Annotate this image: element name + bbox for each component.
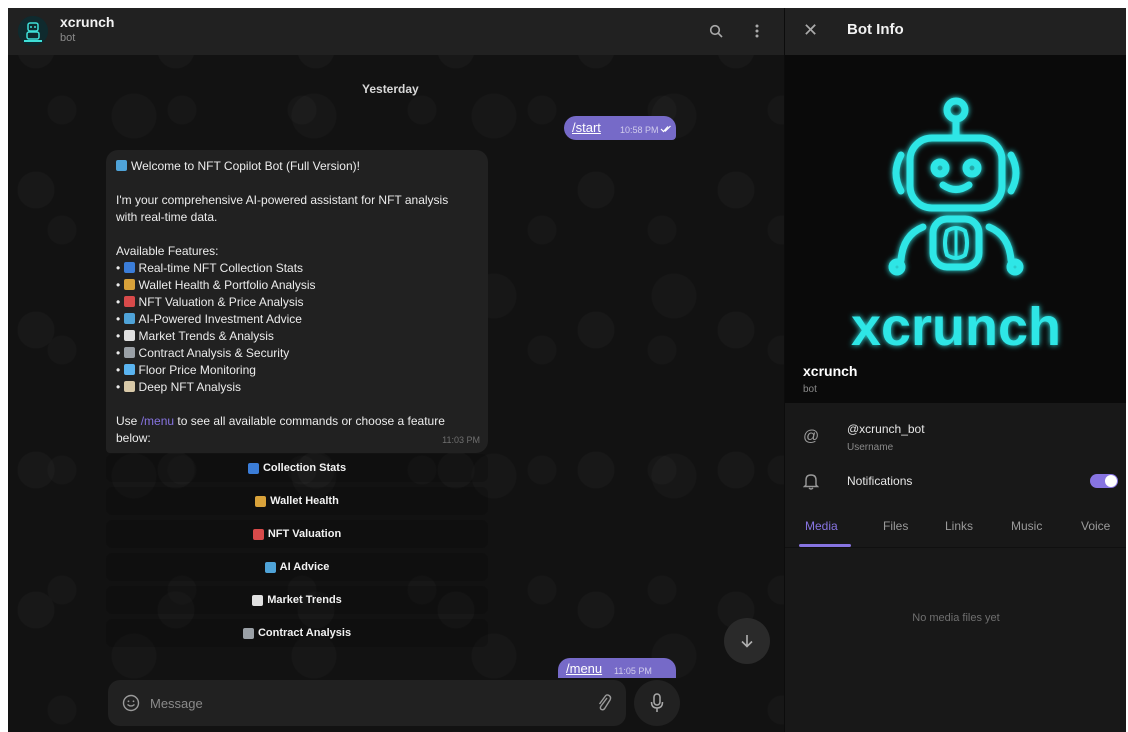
target-emoji-icon <box>123 296 135 307</box>
keyboard-button-ai-advice[interactable]: AI Advice <box>106 553 488 581</box>
scroll-down-button[interactable] <box>724 618 770 664</box>
trend-chart-emoji-icon <box>123 330 135 341</box>
username-label: Username <box>847 442 894 453</box>
keyboard-button-contract-analysis[interactable]: Contract Analysis <box>106 619 488 647</box>
message-time: 10:58 PM <box>620 125 659 135</box>
profile-photo[interactable]: xcrunch <box>785 55 1126 403</box>
robot-emoji-icon <box>123 313 135 324</box>
message-composer[interactable] <box>108 680 626 726</box>
feature-item: Real-time NFT Collection Stats <box>138 261 304 275</box>
emoji-icon[interactable] <box>122 694 140 712</box>
magnifier-emoji-icon <box>242 627 254 639</box>
double-check-icon <box>660 125 671 133</box>
robot-emoji-icon <box>116 160 127 171</box>
logo-wordmark: xcrunch <box>851 297 1061 357</box>
chat-pane: xcrunch bot Yesterday /start 10:58 PM We… <box>8 8 784 732</box>
avatar[interactable] <box>18 16 48 46</box>
info-header: ✕ Bot Info <box>785 8 1126 55</box>
media-tabs: Media Files Links Music Voice <box>785 508 1126 548</box>
message-input[interactable] <box>150 692 570 714</box>
more-vertical-icon[interactable] <box>746 20 768 42</box>
button-label: Collection Stats <box>262 462 347 474</box>
notifications-toggle[interactable] <box>1090 474 1118 488</box>
empty-state: No media files yet <box>912 612 1000 624</box>
close-icon[interactable]: ✕ <box>803 20 818 41</box>
keyboard-button-wallet-health[interactable]: Wallet Health <box>106 487 488 515</box>
bot-info-pane: ✕ Bot Info xcrunch xcrunch bot @ @xcrunc… <box>784 8 1126 732</box>
outgoing-message[interactable]: /menu 11:05 PM <box>558 658 676 678</box>
tab-files[interactable]: Files <box>883 519 908 533</box>
bell-icon <box>802 472 820 495</box>
active-tab-indicator <box>799 544 851 547</box>
message-time: 11:03 PM <box>442 435 480 445</box>
tab-links[interactable]: Links <box>945 519 973 533</box>
chat-title[interactable]: xcrunch <box>60 14 114 30</box>
robot-logo-icon: xcrunch <box>851 97 1061 357</box>
command-link[interactable]: /menu <box>566 661 602 676</box>
welcome-text: Use <box>116 414 138 428</box>
feature-item: Contract Analysis & Security <box>138 346 290 360</box>
tab-music[interactable]: Music <box>1011 519 1042 533</box>
button-label: Market Trends <box>267 594 342 606</box>
clipboard-emoji-icon <box>123 381 135 392</box>
bot-name: xcrunch <box>803 363 858 379</box>
feature-item: Wallet Health & Portfolio Analysis <box>138 278 316 292</box>
chat-header[interactable]: xcrunch bot <box>8 8 784 55</box>
menu-command-link[interactable]: /menu <box>141 414 174 428</box>
trend-chart-emoji-icon <box>252 594 264 606</box>
chat-subtitle: bot <box>60 32 76 44</box>
chart-emoji-icon <box>247 462 259 474</box>
keyboard-button-collection-stats[interactable]: Collection Stats <box>106 454 488 482</box>
money-bag-emoji-icon <box>123 279 135 290</box>
button-label: AI Advice <box>279 561 330 573</box>
notifications-label: Notifications <box>847 474 913 488</box>
telegram-window: xcrunch bot Yesterday /start 10:58 PM We… <box>8 8 1126 732</box>
welcome-text: to see all available commands or choose … <box>177 414 445 428</box>
feature-item: Floor Price Monitoring <box>138 363 256 377</box>
button-label: Contract Analysis <box>257 627 352 639</box>
welcome-text: below: <box>116 431 151 445</box>
feature-item: Market Trends & Analysis <box>138 329 274 343</box>
username-value[interactable]: @xcrunch_bot <box>847 422 925 436</box>
paperclip-icon[interactable] <box>596 693 612 713</box>
target-emoji-icon <box>252 528 264 540</box>
money-bag-emoji-icon <box>255 495 267 507</box>
robot-avatar-icon <box>18 16 48 46</box>
info-title: Bot Info <box>847 21 904 38</box>
incoming-message[interactable]: Welcome to NFT Copilot Bot (Full Version… <box>106 150 488 453</box>
tab-voice[interactable]: Voice <box>1081 519 1110 533</box>
feature-item: Deep NFT Analysis <box>138 380 242 394</box>
message-time: 11:05 PM <box>614 666 652 676</box>
button-label: Wallet Health <box>270 495 339 507</box>
keyboard-button-market-trends[interactable]: Market Trends <box>106 586 488 614</box>
button-label: NFT Valuation <box>267 528 342 540</box>
at-sign-icon: @ <box>803 428 820 445</box>
command-link[interactable]: /start <box>572 120 601 135</box>
robot-emoji-icon <box>264 561 276 573</box>
welcome-text: with real-time data. <box>116 210 218 224</box>
arrow-down-icon <box>741 635 753 648</box>
keyboard-button-nft-valuation[interactable]: NFT Valuation <box>106 520 488 548</box>
voice-record-button[interactable] <box>634 680 680 726</box>
feature-item: AI-Powered Investment Advice <box>138 312 302 326</box>
diamond-emoji-icon <box>123 364 135 375</box>
welcome-text: I'm your comprehensive AI-powered assist… <box>116 193 449 207</box>
date-separator: Yesterday <box>362 82 419 96</box>
bot-type: bot <box>803 384 817 395</box>
magnifier-emoji-icon <box>123 347 135 358</box>
tab-media[interactable]: Media <box>805 519 838 533</box>
welcome-title: Welcome to NFT Copilot Bot (Full Version… <box>131 159 360 173</box>
feature-item: NFT Valuation & Price Analysis <box>138 295 304 309</box>
search-icon[interactable] <box>705 20 727 42</box>
outgoing-message[interactable]: /start 10:58 PM <box>564 116 676 140</box>
chart-emoji-icon <box>123 262 135 273</box>
microphone-icon <box>650 693 664 712</box>
features-heading: Available Features: <box>116 244 219 258</box>
